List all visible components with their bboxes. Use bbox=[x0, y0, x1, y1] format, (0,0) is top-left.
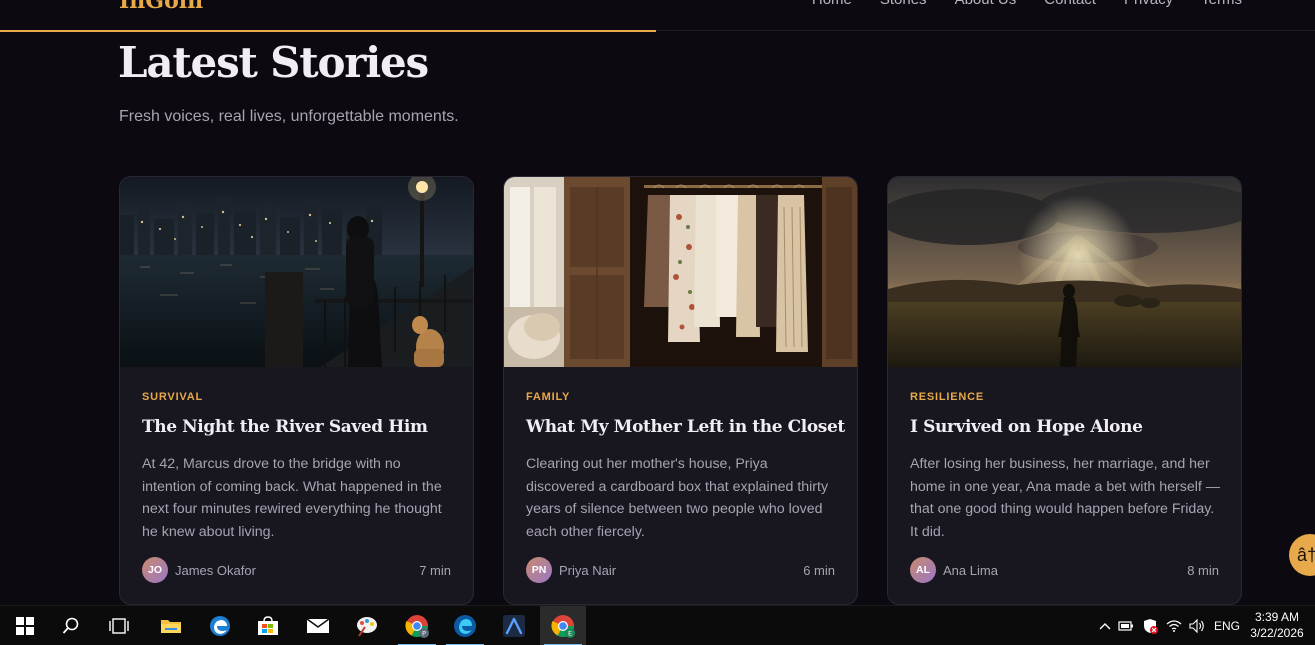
nav-contact[interactable]: Contact bbox=[1044, 0, 1096, 8]
read-time: 6 min bbox=[803, 563, 835, 578]
story-title[interactable]: I Survived on Hope Alone bbox=[910, 417, 1230, 437]
edge-dev-icon[interactable] bbox=[442, 606, 488, 645]
clock-time: 3:39 AM bbox=[1254, 610, 1300, 624]
brand-logo[interactable]: InGoin bbox=[119, 0, 203, 14]
river-night-illustration bbox=[120, 177, 473, 367]
story-title[interactable]: What My Mother Left in the Closet bbox=[526, 417, 846, 437]
story-image-closet[interactable] bbox=[504, 177, 857, 367]
author-name: James Okafor bbox=[175, 563, 256, 578]
task-view-icon[interactable] bbox=[96, 606, 142, 645]
mail-icon[interactable] bbox=[295, 606, 341, 645]
reading-progress-bar bbox=[0, 30, 656, 32]
author-name: Ana Lima bbox=[943, 563, 998, 578]
site-header: InGoin Home Stories About Us Contact Pri… bbox=[0, 0, 1315, 31]
read-time: 7 min bbox=[419, 563, 451, 578]
chrome-profile-p-icon[interactable]: P bbox=[394, 606, 440, 645]
nav-terms[interactable]: Terms bbox=[1201, 0, 1242, 8]
windows-taskbar: P E ENG 3:39 AM 3/22/2026 bbox=[0, 605, 1315, 645]
nav-privacy[interactable]: Privacy bbox=[1124, 0, 1173, 8]
story-category[interactable]: SURVIVAL bbox=[142, 391, 203, 403]
svg-text:E: E bbox=[568, 630, 572, 638]
author-avatar: PN bbox=[526, 557, 552, 583]
page-title: Latest Stories bbox=[118, 38, 429, 87]
clock-date: 3/22/2026 bbox=[1250, 626, 1304, 640]
store-icon[interactable] bbox=[245, 606, 291, 645]
floating-chat-button[interactable]: â† bbox=[1289, 534, 1315, 576]
file-explorer-icon[interactable] bbox=[148, 606, 194, 645]
story-image-river-night[interactable] bbox=[120, 177, 473, 367]
story-card[interactable]: FAMILY What My Mother Left in the Closet… bbox=[503, 176, 858, 605]
author-avatar: AL bbox=[910, 557, 936, 583]
story-excerpt: After losing her business, her marriage,… bbox=[910, 456, 1220, 540]
system-tray: ENG bbox=[1096, 606, 1246, 645]
nav-about-us[interactable]: About Us bbox=[955, 0, 1017, 8]
taskbar-clock[interactable]: 3:39 AM 3/22/2026 bbox=[1248, 609, 1306, 641]
security-warning-icon[interactable] bbox=[1138, 618, 1162, 634]
story-excerpt: At 42, Marcus drove to the bridge with n… bbox=[142, 456, 442, 540]
battery-icon[interactable] bbox=[1114, 621, 1138, 631]
story-meta: JO James Okafor 7 min bbox=[142, 557, 451, 583]
story-meta: AL Ana Lima 8 min bbox=[910, 557, 1219, 583]
story-meta: PN Priya Nair 6 min bbox=[526, 557, 835, 583]
volume-icon[interactable] bbox=[1186, 619, 1208, 633]
story-image-sunset-field[interactable] bbox=[888, 177, 1241, 367]
nav-home[interactable]: Home bbox=[812, 0, 852, 8]
nav-stories[interactable]: Stories bbox=[880, 0, 927, 8]
story-category[interactable]: RESILIENCE bbox=[910, 391, 984, 403]
page-subtitle: Fresh voices, real lives, unforgettable … bbox=[119, 108, 459, 125]
author-name: Priya Nair bbox=[559, 563, 617, 578]
story-card[interactable]: SURVIVAL The Night the River Saved Him A… bbox=[119, 176, 474, 605]
read-time: 8 min bbox=[1187, 563, 1219, 578]
language-indicator[interactable]: ENG bbox=[1208, 619, 1246, 633]
paint-icon[interactable] bbox=[344, 606, 390, 645]
closet-illustration bbox=[504, 177, 857, 367]
chrome-profile-e-icon[interactable]: E bbox=[540, 606, 586, 645]
main-nav: Home Stories About Us Contact Privacy Te… bbox=[812, 0, 1242, 8]
show-hidden-icons-icon[interactable] bbox=[1096, 622, 1114, 630]
story-card[interactable]: RESILIENCE I Survived on Hope Alone Afte… bbox=[887, 176, 1242, 605]
sunset-field-illustration bbox=[888, 177, 1241, 367]
arc-icon[interactable] bbox=[491, 606, 537, 645]
story-title[interactable]: The Night the River Saved Him bbox=[142, 417, 462, 437]
search-icon[interactable] bbox=[48, 606, 94, 645]
svg-text:P: P bbox=[422, 630, 426, 638]
wifi-icon[interactable] bbox=[1162, 620, 1186, 632]
story-excerpt: Clearing out her mother's house, Priya d… bbox=[526, 456, 829, 540]
edge-icon[interactable] bbox=[197, 606, 243, 645]
author-avatar: JO bbox=[142, 557, 168, 583]
story-category[interactable]: FAMILY bbox=[526, 391, 570, 403]
start-icon[interactable] bbox=[2, 606, 48, 645]
